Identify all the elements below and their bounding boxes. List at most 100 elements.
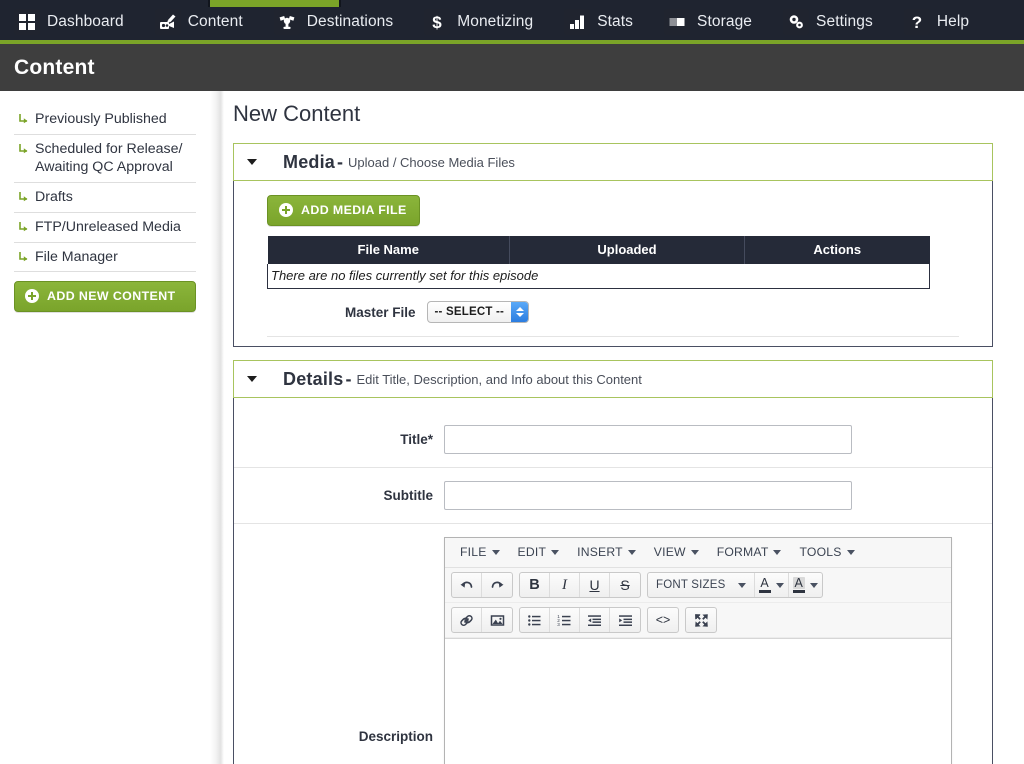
strikethrough-icon[interactable]: S (610, 573, 640, 597)
source-code-button-group: <> (647, 607, 679, 633)
nav-label: Dashboard (47, 13, 124, 30)
menu-format[interactable]: FORMAT (708, 542, 791, 562)
title-field-row: Title* (234, 412, 992, 468)
master-file-select[interactable]: -- SELECT -- (426, 301, 530, 323)
active-tab-indicator (208, 0, 341, 7)
master-file-selected-value: -- SELECT -- (434, 306, 505, 318)
menu-view-label: VIEW (653, 545, 686, 559)
details-panel-dash: - (345, 368, 352, 389)
nav-label: Settings (816, 13, 873, 30)
text-color-swatch: A (758, 575, 771, 594)
details-panel-header[interactable]: Details - Edit Title, Description, and I… (233, 360, 993, 398)
plus-circle-icon (25, 289, 39, 304)
column-header-actions[interactable]: Actions (744, 236, 930, 264)
nav-item-stats[interactable]: Stats (564, 0, 633, 44)
details-panel: Details - Edit Title, Description, and I… (233, 360, 993, 764)
sidebar-divider (210, 91, 224, 764)
share-nodes-icon (273, 9, 300, 35)
menu-insert[interactable]: INSERT (568, 542, 645, 562)
link-icon[interactable] (452, 608, 482, 632)
sidebar-item-ftp-unreleased-media[interactable]: FTP/Unreleased Media (14, 213, 196, 243)
subtitle-label: Subtitle (383, 488, 434, 503)
chevron-down-icon (846, 549, 855, 555)
master-file-row: Master File -- SELECT -- (267, 301, 959, 337)
image-icon[interactable] (482, 608, 512, 632)
add-new-content-button[interactable]: ADD NEW CONTENT (14, 281, 196, 313)
chevron-down-icon (737, 582, 746, 588)
indent-icon[interactable] (610, 608, 640, 632)
chevron-down-icon (551, 549, 560, 555)
bullet-list-icon[interactable] (520, 608, 550, 632)
menu-file[interactable]: FILE (451, 542, 509, 562)
storage-icon (664, 9, 691, 35)
chevron-down-icon[interactable] (809, 582, 818, 588)
description-label: Description (358, 729, 433, 744)
add-new-content-label: ADD NEW CONTENT (47, 289, 176, 304)
media-panel-header[interactable]: Media - Upload / Choose Media Files (233, 143, 993, 181)
sidebar-item-scheduled-for-release[interactable]: Scheduled for Release/ Awaiting QC Appro… (14, 135, 196, 184)
column-header-uploaded[interactable]: Uploaded (509, 236, 745, 264)
sidebar-item-label: Previously Published (35, 111, 167, 127)
title-input[interactable] (444, 425, 852, 454)
gears-icon (783, 9, 810, 35)
column-header-file-name[interactable]: File Name (267, 236, 510, 264)
plus-circle-icon (279, 203, 293, 217)
add-media-file-button[interactable]: ADD MEDIA FILE (267, 195, 420, 226)
menu-edit[interactable]: EDIT (509, 542, 569, 562)
menu-tools[interactable]: TOOLS (790, 542, 863, 562)
numbered-list-icon[interactable]: 1 2 3 (550, 608, 580, 632)
sidebar-item-label: FTP/Unreleased Media (35, 218, 181, 235)
title-label: Title* (400, 432, 433, 447)
nav-item-storage[interactable]: Storage (664, 0, 752, 44)
page-header-title: Content (14, 55, 95, 79)
text-color-icon[interactable]: A (755, 573, 789, 597)
nav-item-help[interactable]: ? Help (903, 0, 970, 44)
chevron-down-icon[interactable] (247, 159, 257, 165)
nav-item-settings[interactable]: Settings (783, 0, 873, 44)
undo-icon[interactable] (452, 573, 482, 597)
redo-icon[interactable] (482, 573, 512, 597)
sidebar-item-previously-published[interactable]: Previously Published (14, 105, 196, 135)
subtitle-field-row: Subtitle (234, 468, 992, 524)
bold-icon[interactable]: B (520, 573, 550, 597)
table-row: There are no files currently set for thi… (267, 264, 930, 289)
editor-content-area[interactable] (445, 638, 951, 764)
main-content: New Content Media - Upload / Choose Medi… (224, 91, 1024, 764)
sidebar: Previously Published Scheduled for Relea… (0, 91, 210, 764)
sidebar-item-file-manager[interactable]: File Manager (14, 243, 196, 273)
page-header-bar: Content (0, 44, 1024, 91)
chevron-down-icon[interactable] (775, 582, 784, 588)
chevron-down-icon (627, 549, 636, 555)
details-panel-subtitle: Edit Title, Description, and Info about … (356, 371, 642, 387)
media-panel-spacer (267, 337, 959, 346)
nav-label: Help (936, 13, 970, 30)
source-code-icon[interactable]: <> (648, 608, 678, 632)
arrow-down-right-icon (18, 251, 29, 262)
nav-item-dashboard[interactable]: Dashboard (14, 0, 124, 44)
menu-view[interactable]: VIEW (645, 542, 708, 562)
details-panel-body: Title* Subtitle Description FILE EDIT IN… (233, 398, 993, 764)
menu-format-label: FORMAT (716, 545, 769, 559)
sidebar-item-drafts[interactable]: Drafts (14, 183, 196, 213)
page-body: Previously Published Scheduled for Relea… (0, 91, 1024, 764)
sidebar-item-label: File Manager (35, 248, 118, 265)
chevron-down-icon[interactable] (247, 376, 257, 382)
text-color-letter: A (760, 575, 769, 590)
outdent-icon[interactable] (580, 608, 610, 632)
font-color-button-group: FONT SIZES A A (647, 572, 823, 598)
chevron-down-icon (690, 549, 699, 555)
chevron-down-icon (773, 549, 782, 555)
font-sizes-select[interactable]: FONT SIZES (648, 573, 755, 597)
underline-icon[interactable]: U (580, 573, 610, 597)
nav-item-monetizing[interactable]: $ Monetizing (424, 0, 533, 44)
menu-edit-label: EDIT (517, 545, 547, 559)
background-color-icon[interactable]: A (789, 573, 822, 597)
top-navigation-bar: Dashboard Content Destinations $ Monetiz… (0, 0, 1024, 44)
sidebar-item-label: Drafts (35, 189, 73, 206)
italic-icon[interactable]: I (550, 573, 580, 597)
select-stepper-arrows-icon[interactable] (511, 302, 529, 322)
font-sizes-label: FONT SIZES (656, 579, 726, 591)
nav-label: Destinations (306, 13, 394, 30)
fullscreen-icon[interactable] (686, 608, 716, 632)
subtitle-input[interactable] (444, 481, 852, 510)
